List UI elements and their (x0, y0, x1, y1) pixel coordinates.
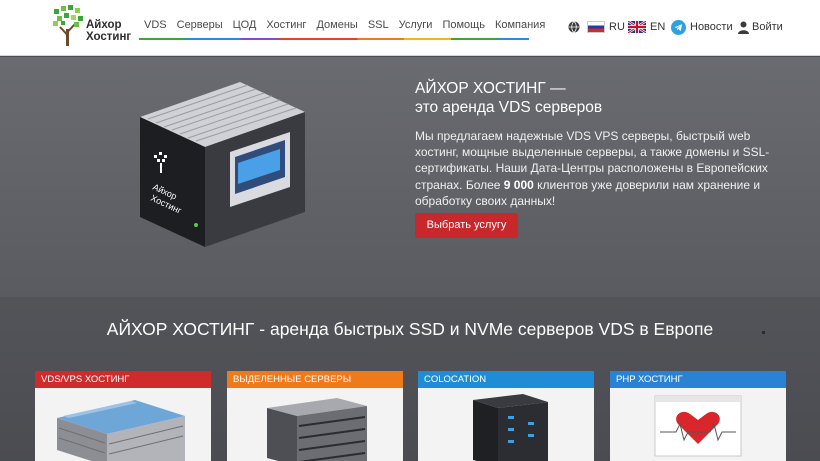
vds-server-image (35, 388, 211, 461)
nav-item-help[interactable]: Помощь (437, 16, 490, 38)
news-label: Новости (690, 21, 733, 33)
nav-item-services[interactable]: Услуги (394, 16, 438, 38)
globe-icon (568, 21, 580, 33)
hero-title-line1: АЙХОР ХОСТИНГ — (415, 80, 566, 97)
site-logo[interactable]: Айхор Хостинг (52, 5, 131, 47)
nav-item-ssl[interactable]: SSL (363, 16, 394, 38)
nav-item-company[interactable]: Компания (490, 16, 550, 38)
globe-button[interactable] (568, 17, 580, 37)
site-header: Айхор Хостинг VDS Серверы ЦОД Хостинг До… (0, 0, 820, 56)
hero-description: Мы предлагаем надежные VDS VPS серверы, … (415, 128, 785, 209)
main-nav: VDS Серверы ЦОД Хостинг Домены SSL Услуг… (139, 16, 550, 40)
nav-item-vds[interactable]: VDS (139, 16, 172, 38)
news-link[interactable]: Новости (671, 17, 733, 37)
card-label: VDS/VPS ХОСТИНГ (35, 371, 211, 388)
flag-uk-icon (628, 21, 646, 33)
nav-color-underline (139, 38, 529, 40)
logo-wordmark: Айхор Хостинг (86, 19, 131, 43)
card-label: COLOCATION (418, 371, 594, 388)
lang-en-button[interactable]: EN (628, 17, 665, 37)
hero-title: АЙХОР ХОСТИНГ — это аренда VDS серверов (415, 79, 602, 117)
logo-line1: Айхор (86, 19, 122, 31)
php-hosting-image (610, 388, 786, 461)
nav-item-servers[interactable]: Серверы (172, 16, 228, 38)
section-title: АЙХОР ХОСТИНГ - аренда быстрых SSD и NVM… (106, 319, 714, 339)
server-illustration: Айхор Хостинг (140, 82, 305, 247)
lang-en-label: EN (650, 21, 666, 33)
lang-ru-button[interactable]: RU (587, 17, 625, 37)
nav-item-hosting[interactable]: Хостинг (261, 16, 311, 38)
service-card-dedicated[interactable]: ВЫДЕЛЕННЫЕ СЕРВЕРЫ (227, 371, 403, 461)
client-count: 9 000 (503, 177, 534, 192)
nav-item-domains[interactable]: Домены (311, 16, 362, 38)
telegram-icon (671, 19, 686, 35)
tree-logo-icon (53, 5, 83, 46)
services-section: АЙХОР ХОСТИНГ - аренда быстрых SSD и NVM… (0, 297, 820, 461)
login-label: Войти (752, 21, 783, 33)
card-label: ВЫДЕЛЕННЫЕ СЕРВЕРЫ (227, 371, 403, 388)
service-card-colocation[interactable]: COLOCATION (418, 371, 594, 461)
flag-ru-icon (587, 21, 605, 33)
logo-line2: Хостинг (86, 31, 132, 43)
decorative-dot (762, 331, 765, 334)
card-label: PHP ХОСТИНГ (610, 371, 786, 388)
lang-ru-label: RU (609, 21, 625, 33)
service-card-vds[interactable]: VDS/VPS ХОСТИНГ (35, 371, 211, 461)
hero-section: Айхор Хостинг АЙХОР ХОСТИНГ — это аренда… (0, 57, 820, 297)
choose-service-button[interactable]: Выбрать услугу (415, 213, 518, 238)
dedicated-server-image (227, 388, 403, 461)
colocation-rack-image (418, 388, 594, 461)
user-icon (738, 21, 749, 34)
hero-title-line2: это аренда VDS серверов (415, 99, 603, 116)
login-link[interactable]: Войти (738, 17, 783, 37)
service-card-php[interactable]: PHP ХОСТИНГ (610, 371, 786, 461)
nav-item-datacenter[interactable]: ЦОД (228, 16, 262, 38)
